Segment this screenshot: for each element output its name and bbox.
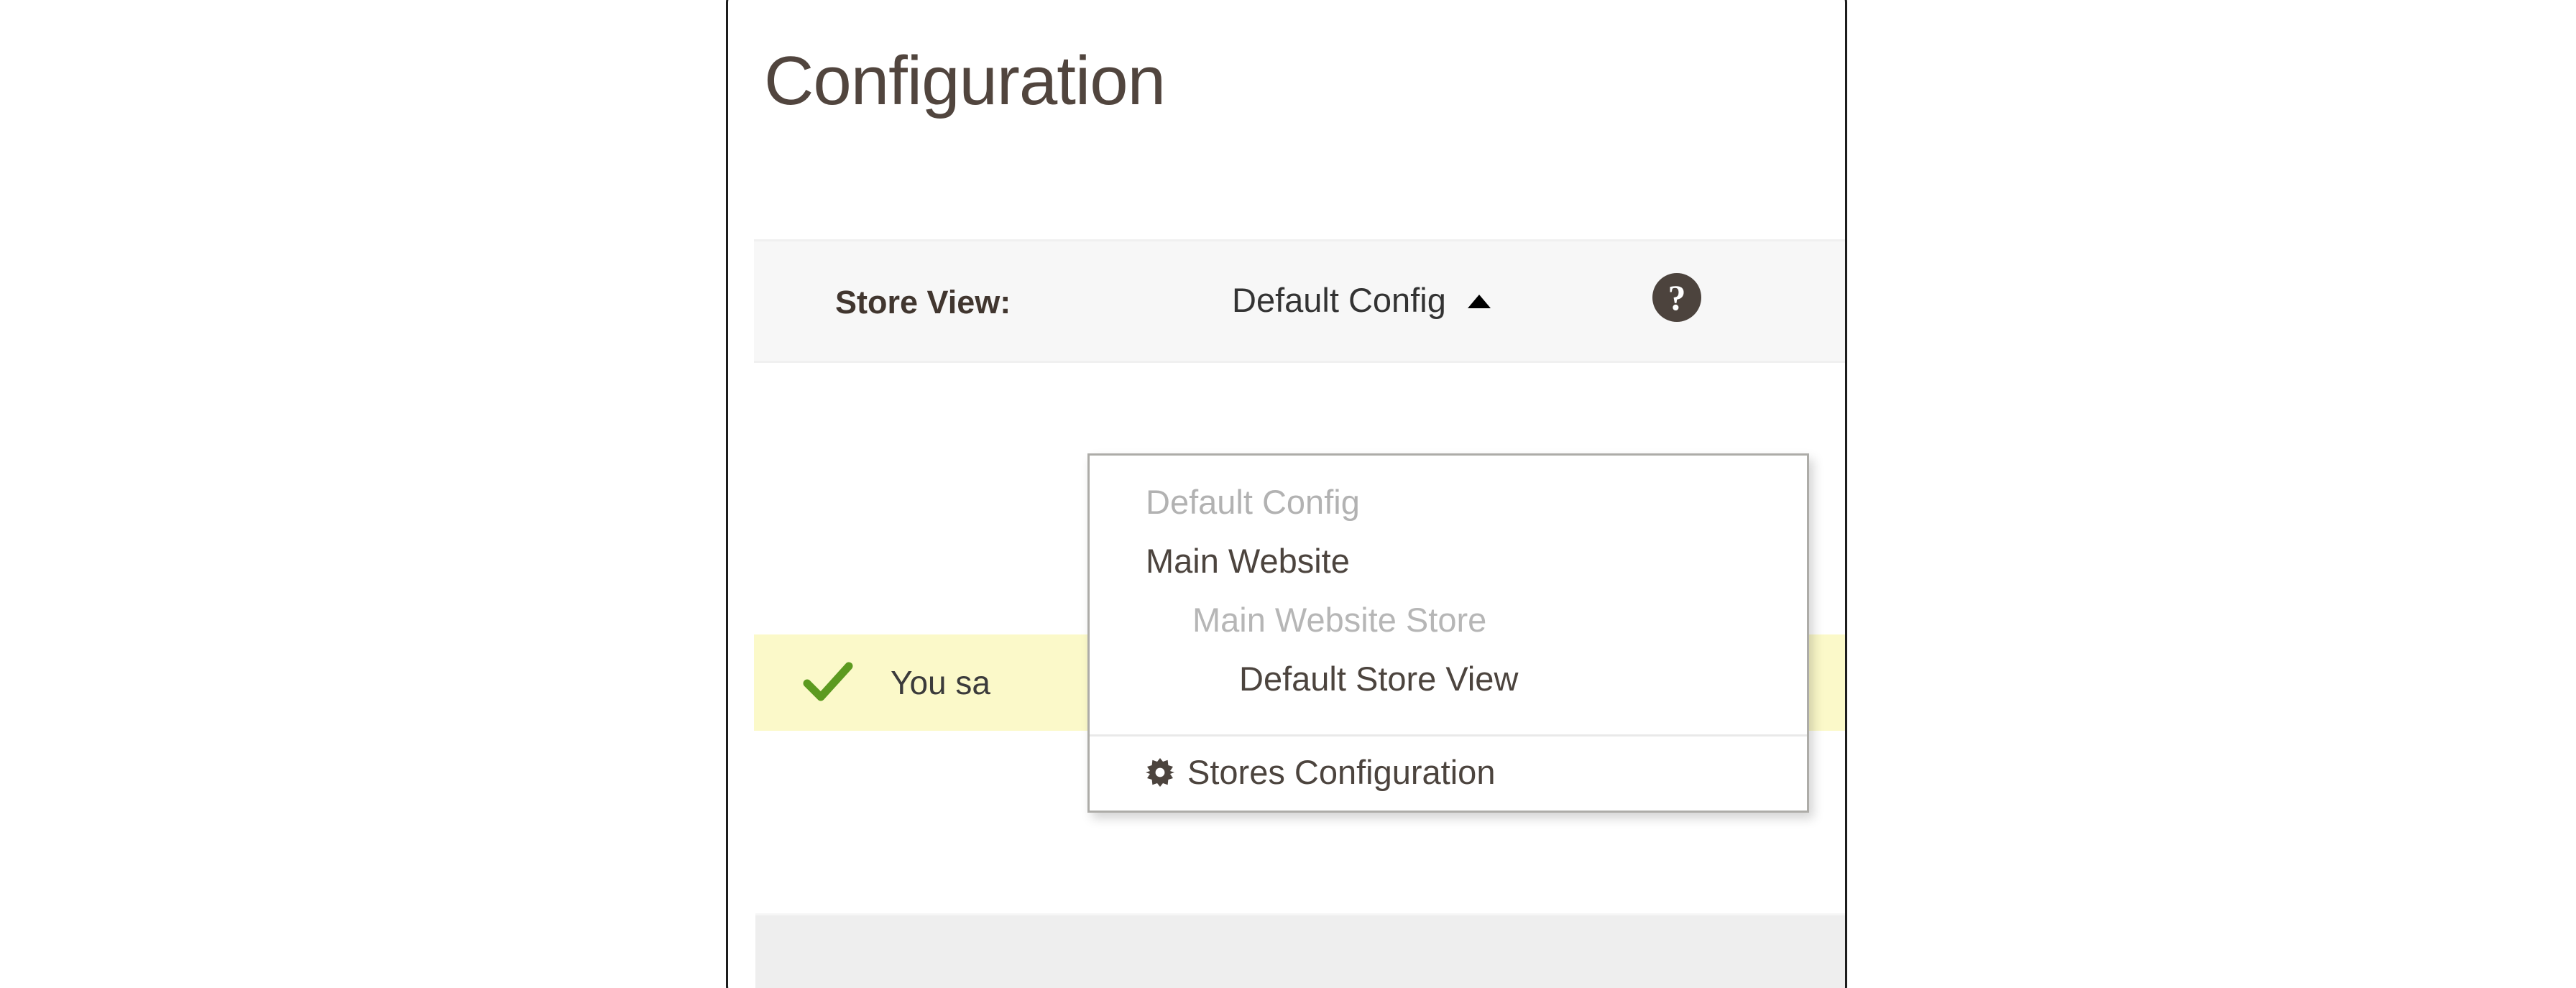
check-icon (803, 662, 853, 701)
dropdown-item-main-website[interactable]: Main Website (1090, 532, 1807, 591)
store-switcher-dropdown: Default Config Main Website Main Website… (1087, 453, 1809, 813)
caret-up-icon (1467, 295, 1491, 308)
store-switcher-button[interactable]: Default Config (1232, 283, 1491, 317)
store-switcher-strip: Store View: Default Config ? (754, 239, 1845, 363)
screenshot-root: Configuration Store View: Default Config… (0, 0, 2576, 988)
bottom-content-panel (755, 913, 1845, 988)
help-circle-icon[interactable]: ? (1652, 273, 1701, 322)
dropdown-item-stores-configuration-label: Stores Configuration (1187, 753, 1496, 791)
success-message-text: You sa (891, 664, 990, 701)
dropdown-item-default-config: Default Config (1146, 483, 1360, 521)
store-view-label: Store View: (835, 284, 1011, 320)
page-title: Configuration (764, 42, 1166, 120)
store-switcher-selected-value: Default Config (1232, 281, 1446, 319)
dropdown-item-main-website-store: Main Website Store (1192, 601, 1487, 639)
gear-icon (1146, 757, 1174, 787)
dropdown-item-stores-configuration[interactable]: Stores Configuration (1090, 737, 1807, 811)
store-switcher-dropdown-list: Default Config Main Website Main Website… (1090, 456, 1807, 719)
dropdown-item-default-store-view[interactable]: Default Store View (1090, 650, 1807, 708)
